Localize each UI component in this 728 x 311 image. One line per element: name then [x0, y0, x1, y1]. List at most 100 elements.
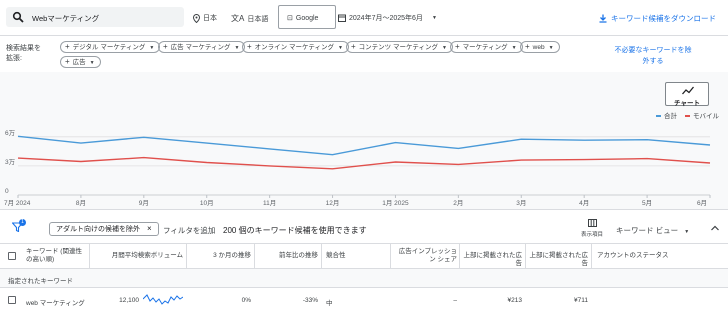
column-divider	[459, 244, 460, 268]
volume-sparkline	[143, 294, 183, 305]
exclude-keywords-link[interactable]: 不必要なキーワードを除外する	[612, 45, 694, 67]
chip-label: 広告	[72, 59, 86, 66]
series-line-mobile	[17, 156, 711, 170]
x-tick-label: 9月	[139, 199, 149, 207]
broaden-chip[interactable]: + コンテンツ マーケティング ▼	[346, 41, 453, 53]
column-divider	[591, 244, 592, 268]
y-tick-label: 3万	[5, 158, 16, 166]
broaden-chip[interactable]: + 広告 マーケティング ▼	[158, 41, 246, 53]
broaden-chip[interactable]: + マーケティング ▼	[450, 41, 523, 53]
top-bid-low-cell: ¥213	[507, 297, 522, 304]
chevron-down-icon: ▼	[511, 45, 517, 51]
chevron-down-icon: ▼	[431, 15, 437, 21]
close-icon[interactable]: ×	[147, 224, 152, 233]
x-tick-label: 2月	[453, 199, 463, 207]
three-month-cell: 0%	[241, 297, 251, 304]
select-all-checkbox[interactable]	[8, 252, 16, 260]
x-tick-label: 12月	[326, 199, 340, 207]
network-label: Google	[295, 14, 319, 22]
language-label: 日本語	[247, 15, 269, 23]
language-filter[interactable]: 文A 日本語	[231, 13, 268, 24]
series-line-total	[17, 135, 711, 156]
x-tick-label: 3月	[516, 199, 526, 207]
broaden-chip[interactable]: + 広告 ▼	[60, 56, 101, 68]
trend-line-icon	[682, 86, 694, 95]
columns-button[interactable]: 表示項目	[579, 219, 605, 238]
chart-legend: 合計 モバイル	[656, 110, 719, 120]
column-divider	[254, 244, 255, 268]
date-range-filter[interactable]: 2024年7月〜2025年6月 ▼	[338, 13, 437, 23]
filter-chip-label: アダルト向けの候補を除外	[56, 226, 140, 233]
x-tick-label: 1月 2025	[382, 199, 409, 207]
search-network-icon: ⊡	[287, 15, 293, 22]
keyword-search-box[interactable]: Webマーケティング	[6, 7, 184, 27]
competition-cell: 中	[326, 300, 333, 307]
x-tick-label: 8月	[76, 199, 86, 207]
broaden-chip[interactable]: + web ▼	[520, 41, 560, 53]
x-tick-label: 4月	[579, 199, 589, 207]
column-divider	[390, 244, 391, 268]
broaden-label: 検索結果を拡張:	[6, 45, 41, 62]
chart-toggle-label: チャート	[674, 100, 700, 107]
legend-item-total: 合計	[656, 110, 677, 120]
keyword-view-label: キーワード ビュー	[616, 226, 679, 235]
plus-icon: +	[247, 42, 252, 51]
translate-icon: 文A	[231, 14, 245, 23]
add-filter-button[interactable]: フィルタを追加	[163, 225, 215, 236]
chevron-down-icon: ▼	[89, 60, 95, 66]
yoy-cell: -33%	[302, 297, 318, 304]
chevron-down-icon: ▼	[441, 45, 447, 51]
plus-icon: +	[65, 42, 70, 51]
column-divider	[89, 244, 90, 268]
chart-toggle-button[interactable]: チャート	[665, 82, 709, 107]
plus-icon: +	[163, 42, 168, 51]
x-tick-label: 5月	[642, 199, 652, 207]
columns-label: 表示項目	[580, 232, 603, 238]
location-label: 日本	[203, 15, 217, 22]
column-divider	[525, 244, 526, 268]
date-range-label: 2024年7月〜2025年6月	[349, 15, 423, 22]
broaden-chip[interactable]: + デジタル マーケティング ▼	[60, 41, 161, 53]
plus-icon: +	[525, 42, 530, 51]
chevron-up-icon[interactable]	[711, 225, 719, 231]
keyword-cell: web マーケティング	[26, 300, 85, 307]
filter-chip-adult[interactable]: アダルト向けの候補を除外 ×	[49, 222, 159, 236]
filter-button[interactable]: 1	[11, 219, 26, 234]
keyword-count-summary: 200 個のキーワード候補を使用できます	[223, 226, 367, 235]
x-tick-label: 6月	[697, 199, 707, 207]
download-icon	[599, 14, 607, 23]
chevron-down-icon: ▼	[234, 45, 240, 51]
chevron-down-icon: ▼	[548, 45, 554, 51]
chip-label: 広告 マーケティング	[170, 44, 231, 51]
columns-icon	[587, 219, 597, 227]
network-filter[interactable]: ⊡ Google	[278, 5, 336, 29]
chip-label: コンテンツ マーケティング	[358, 44, 438, 51]
top-bid-high-cell: ¥711	[574, 297, 588, 304]
chip-label: web	[532, 44, 545, 51]
plus-icon: +	[351, 42, 356, 51]
download-keywords-button[interactable]: キーワード候補をダウンロード	[599, 13, 716, 24]
y-tick-label: 6万	[5, 129, 16, 137]
calendar-icon	[338, 14, 346, 22]
plus-icon: +	[455, 42, 460, 51]
y-tick-label: 0	[5, 188, 9, 195]
x-tick-label: 7月 2024	[4, 199, 31, 207]
search-query: Webマーケティング	[32, 14, 100, 23]
column-divider	[186, 244, 187, 268]
download-label: キーワード候補をダウンロード	[611, 14, 716, 23]
row-checkbox[interactable]	[8, 296, 16, 304]
location-filter[interactable]: 日本	[193, 13, 217, 23]
plus-icon: +	[65, 57, 70, 66]
impression-share-cell: –	[453, 297, 457, 304]
volume-cell: 12,100	[119, 297, 139, 304]
chip-label: マーケティング	[462, 44, 508, 51]
section-row	[0, 269, 728, 287]
section-label: 指定されたキーワード	[8, 278, 73, 285]
x-tick-label: 11月	[263, 199, 276, 207]
chip-label: デジタル マーケティング	[72, 44, 146, 51]
divider	[0, 209, 728, 210]
search-icon	[12, 11, 24, 23]
keyword-view-dropdown[interactable]: キーワード ビュー ▼	[616, 225, 689, 236]
broaden-chip[interactable]: + オンライン マーケティング ▼	[242, 41, 349, 53]
legend-item-mobile: モバイル	[685, 110, 719, 120]
